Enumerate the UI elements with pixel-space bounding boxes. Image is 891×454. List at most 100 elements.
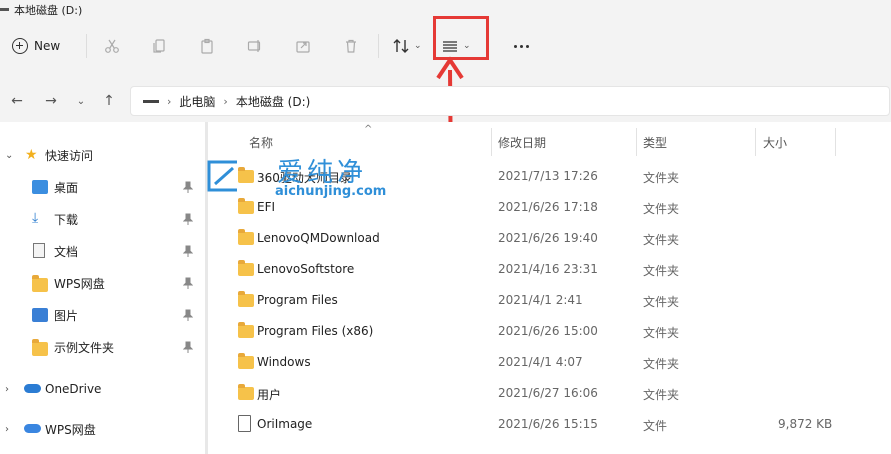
forward-arrow-icon[interactable]: → [40,91,62,111]
column-header-name[interactable]: 名称 [249,134,273,154]
column-divider[interactable] [835,128,836,156]
back-arrow-icon[interactable]: ← [6,91,28,111]
rename-icon[interactable] [242,34,268,58]
table-row[interactable]: 用户 2021/6/27 16:06 文件夹 [208,379,891,410]
star-icon: ★ [25,147,38,163]
new-button[interactable]: New [12,34,60,58]
column-header-type[interactable]: 类型 [643,134,667,154]
file-date: 2021/6/27 16:06 [498,386,598,400]
sidebar-item-sample-folder[interactable]: 示例文件夹 [0,334,205,360]
sidebar-item-wps-drive[interactable]: › WPS网盘 [0,416,205,442]
table-row[interactable]: Windows 2021/4/1 4:07 文件夹 [208,348,891,379]
share-icon[interactable] [290,34,316,58]
chevron-down-icon: ⌄ [5,149,14,161]
sidebar-item-label: 示例文件夹 [54,340,115,355]
sidebar-item-wps-drive-pinned[interactable]: WPS网盘 [0,270,205,296]
address-bar[interactable]: › 此电脑 › 本地磁盘 (D:) [130,86,890,116]
new-button-label: New [34,39,61,53]
copy-icon[interactable] [146,34,172,58]
breadcrumb-drive-d[interactable]: 本地磁盘 (D:) [236,93,310,110]
folder-icon [238,291,254,307]
file-name: LenovoQMDownload [257,231,380,245]
plus-icon [12,38,28,54]
pin-icon[interactable] [183,341,193,353]
column-divider[interactable] [491,128,492,156]
table-row[interactable]: LenovoSoftstore 2021/4/16 23:31 文件夹 [208,255,891,286]
pin-icon[interactable] [183,213,193,225]
table-row[interactable]: OriImage 2021/6/26 15:15 文件 9,872 KB [208,410,891,441]
file-type: 文件夹 [643,264,680,278]
sidebar-item-label: WPS网盘 [54,276,105,291]
sidebar-item-desktop[interactable]: 桌面 [0,174,205,200]
paste-icon[interactable] [194,34,220,58]
sort-ascending-icon: ^ [364,124,373,135]
file-type: 文件夹 [643,202,680,216]
sidebar-item-label: 桌面 [54,180,79,195]
sidebar-item-documents[interactable]: 文档 [0,238,205,264]
folder-icon [238,353,254,369]
pin-icon[interactable] [183,277,193,289]
folder-icon [238,260,254,276]
navigation-pane: ⌄ ★ 快速访问 桌面 ⤓ 下载 文档 WPS网盘 图片 示例文件夹 › One… [0,122,205,454]
file-type: 文件夹 [643,388,680,402]
document-icon [33,243,45,258]
breadcrumb-this-pc[interactable]: 此电脑 [179,93,215,110]
file-type: 文件 [643,419,668,433]
sidebar-item-label: WPS网盘 [45,422,96,437]
scissors-icon[interactable] [99,34,125,58]
file-type: 文件夹 [643,171,680,185]
pin-icon[interactable] [183,309,193,321]
file-type: 文件夹 [643,233,680,247]
file-date: 2021/6/26 17:18 [498,200,598,214]
file-type: 文件夹 [643,326,680,340]
sidebar-item-downloads[interactable]: ⤓ 下载 [0,206,205,232]
more-ellipsis-icon[interactable] [509,34,533,58]
folder-icon [238,198,254,214]
file-type: 文件夹 [643,295,680,309]
content-area: ⌄ ★ 快速访问 桌面 ⤓ 下载 文档 WPS网盘 图片 示例文件夹 › One… [0,122,891,454]
sidebar-item-label: 下载 [54,212,79,227]
file-date: 2021/6/26 15:00 [498,324,598,338]
window-title: 本地磁盘 (D:) [14,4,83,17]
sidebar-item-label: OneDrive [45,382,102,396]
toolbar-separator [86,34,87,58]
folder-icon [32,339,48,356]
file-date: 2021/6/26 15:15 [498,417,598,431]
up-arrow-icon[interactable]: ↑ [98,91,120,111]
table-row[interactable]: Program Files 2021/4/1 2:41 文件夹 [208,286,891,317]
column-divider[interactable] [755,128,756,156]
toolbar-separator [378,34,379,58]
cloud-icon [24,384,41,393]
table-row[interactable]: Program Files (x86) 2021/6/26 15:00 文件夹 [208,317,891,348]
wps-cloud-icon [24,424,41,433]
column-header-date[interactable]: 修改日期 [498,134,546,154]
file-icon [238,415,251,432]
file-name: Program Files [257,293,338,307]
folder-icon [32,275,48,292]
sort-button[interactable]: ⌄ [392,34,422,58]
file-name: OriImage [257,417,313,431]
pin-icon[interactable] [183,245,193,257]
file-date: 2021/6/26 19:40 [498,231,598,245]
file-name: Program Files (x86) [257,324,374,338]
sidebar-item-label: 图片 [54,308,79,323]
table-row[interactable]: LenovoQMDownload 2021/6/26 19:40 文件夹 [208,224,891,255]
chevron-right-icon: › [167,94,172,108]
sidebar-item-quick-access[interactable]: ⌄ ★ 快速访问 [0,142,205,168]
window-icon [0,8,9,11]
file-name: 用户 [257,388,282,402]
trash-icon[interactable] [338,34,364,58]
pin-icon[interactable] [183,181,193,193]
column-divider[interactable] [636,128,637,156]
folder-icon [238,384,254,400]
column-header-size[interactable]: 大小 [763,134,787,154]
watermark-logo [207,160,237,192]
address-row: ← → ⌄ ↑ › 此电脑 › 本地磁盘 (D:) [0,84,891,118]
sidebar-item-onedrive[interactable]: › OneDrive [0,376,205,402]
file-date: 2021/4/1 4:07 [498,355,583,369]
sidebar-item-label: 快速访问 [45,148,94,163]
recent-chevron-icon[interactable]: ⌄ [70,91,92,111]
folder-icon [238,322,254,338]
sidebar-item-pictures[interactable]: 图片 [0,302,205,328]
file-name: LenovoSoftstore [257,262,355,276]
